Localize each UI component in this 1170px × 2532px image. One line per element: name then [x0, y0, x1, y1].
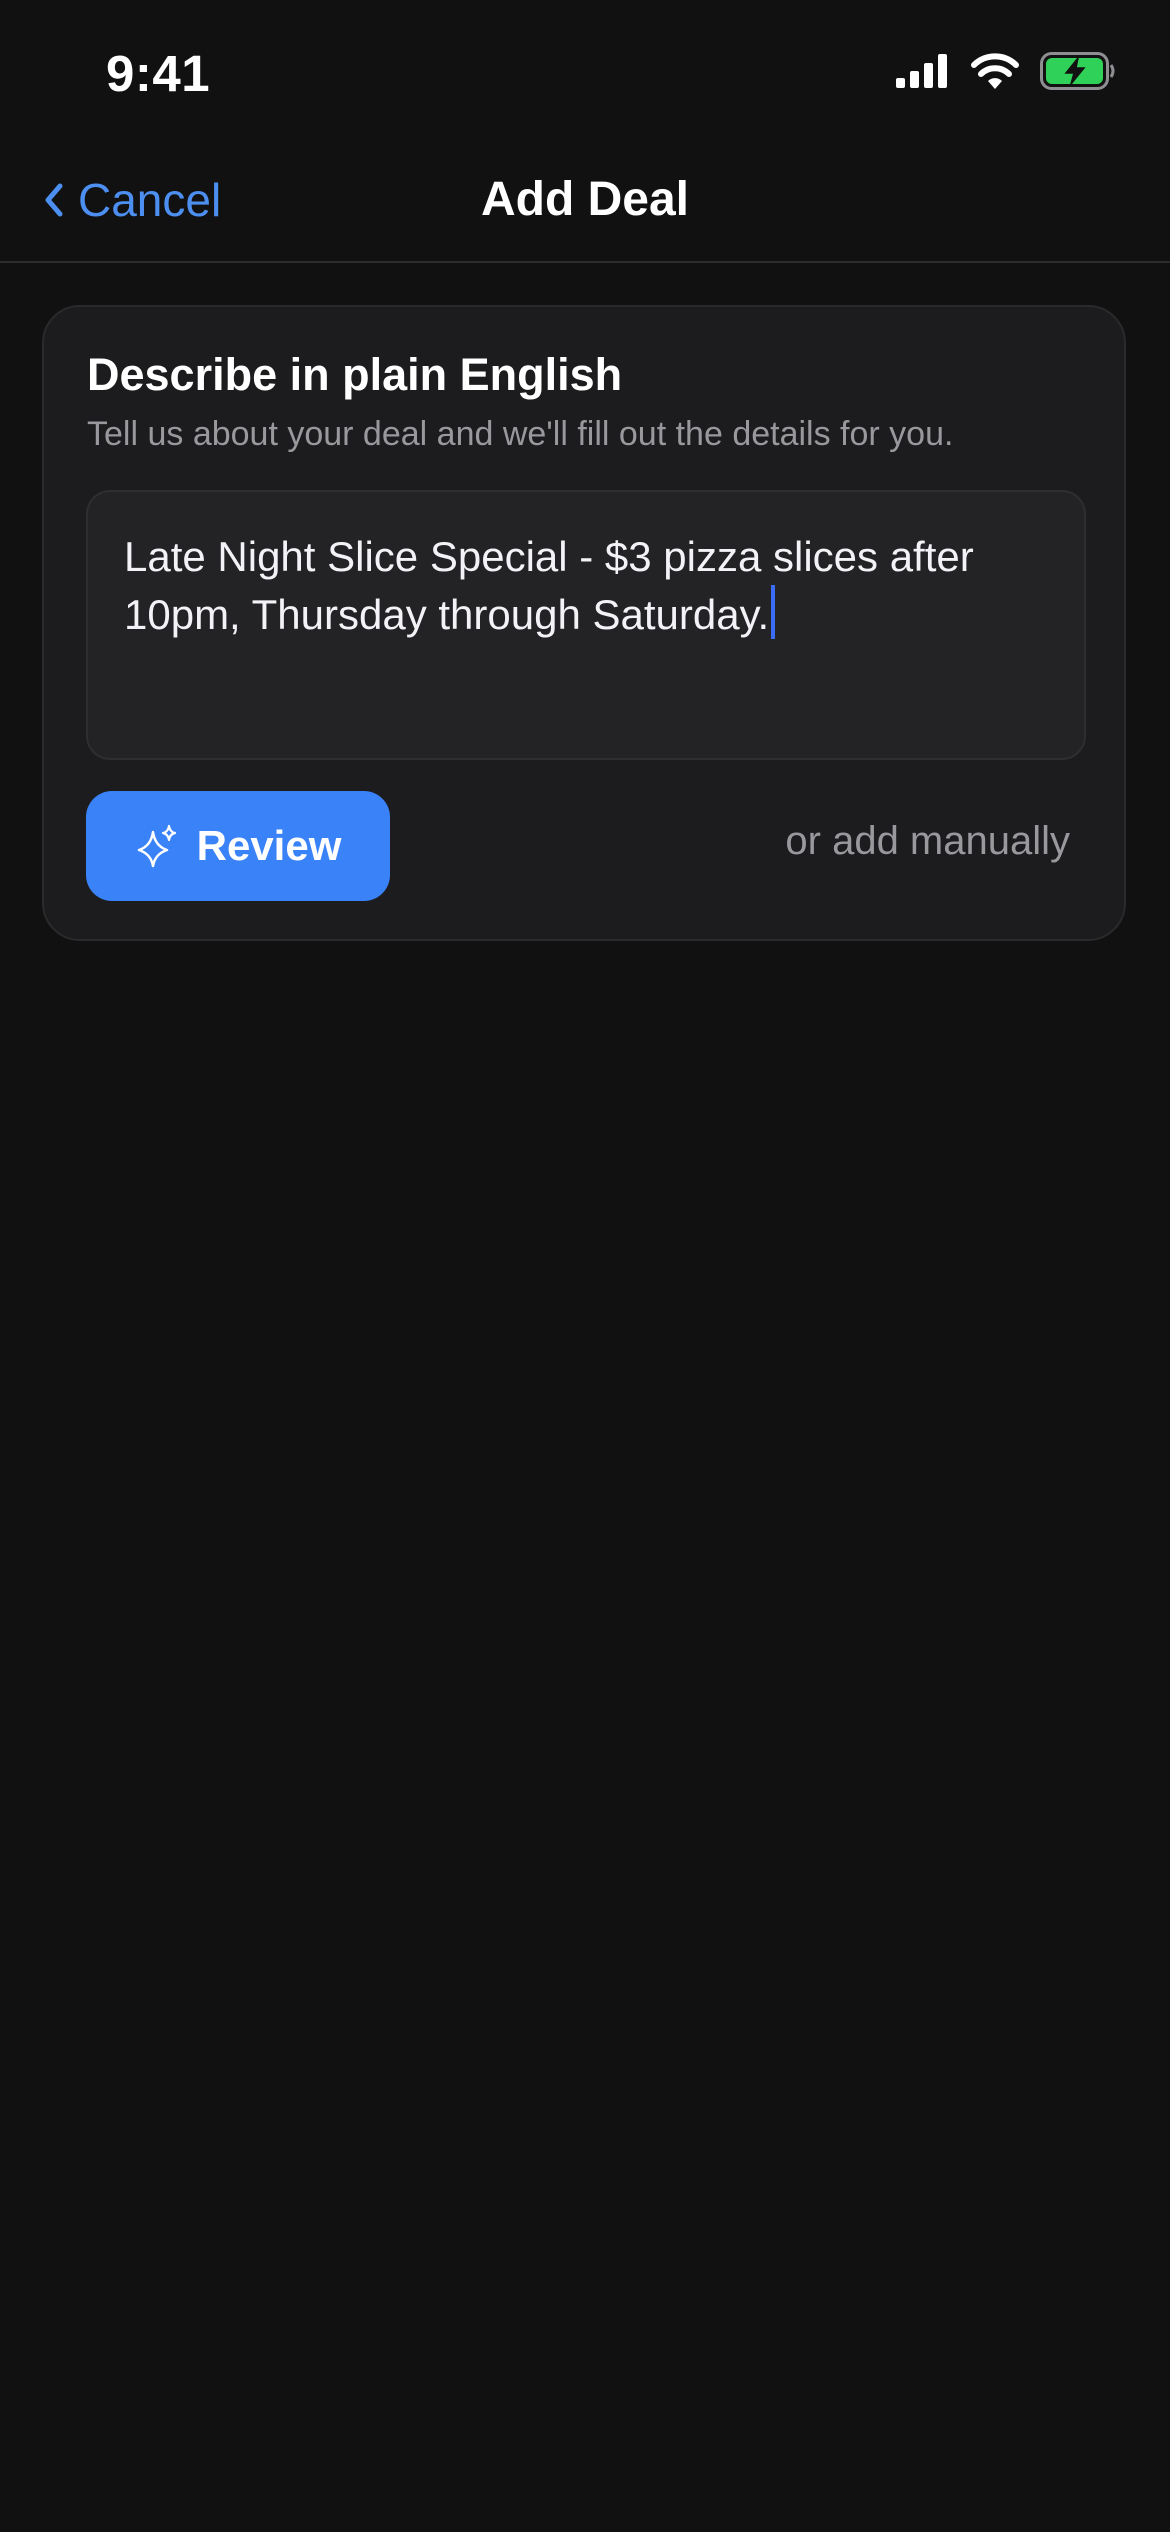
wifi-icon — [971, 53, 1019, 89]
describe-deal-card: Describe in plain English Tell us about … — [42, 305, 1126, 941]
cancel-label: Cancel — [78, 174, 222, 226]
battery-charging-icon — [1040, 52, 1115, 90]
card-subtitle: Tell us about your deal and we'll fill o… — [87, 415, 954, 453]
status-icons — [896, 52, 1116, 90]
deal-description-value: Late Night Slice Special - $3 pizza slic… — [124, 533, 974, 638]
cancel-button[interactable]: Cancel — [44, 170, 221, 230]
status-time: 9:41 — [106, 45, 211, 102]
text-cursor — [771, 585, 776, 639]
navigation-bar: Add Deal Cancel — [0, 150, 1170, 263]
review-button[interactable]: Review — [86, 791, 390, 901]
cellular-signal-icon — [896, 54, 947, 88]
deal-description-text: Late Night Slice Special - $3 pizza slic… — [124, 528, 1054, 643]
add-manually-link[interactable]: or add manually — [785, 819, 1070, 864]
chevron-left-icon — [45, 183, 63, 217]
review-button-label: Review — [196, 822, 342, 869]
card-heading: Describe in plain English — [87, 349, 623, 400]
deal-description-input[interactable]: Late Night Slice Special - $3 pizza slic… — [86, 490, 1086, 760]
status-bar: 9:41 — [0, 0, 1170, 150]
sparkles-icon — [137, 824, 176, 868]
